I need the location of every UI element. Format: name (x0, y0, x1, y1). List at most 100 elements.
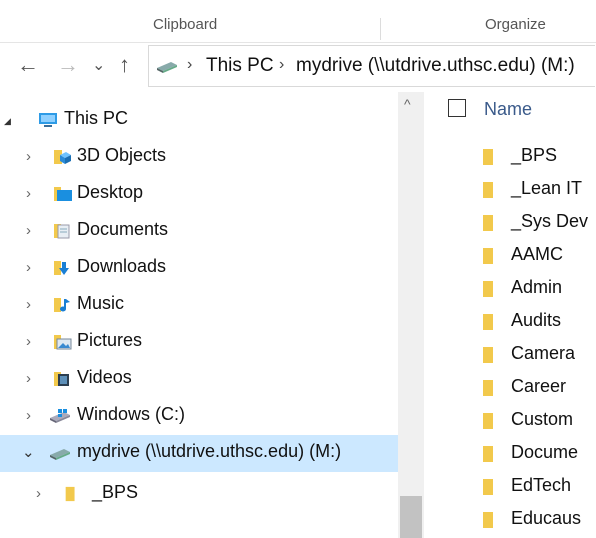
navigation-pane: ◢ This PC › 3D Objects › Desktop › Docum… (0, 92, 398, 538)
file-item[interactable]: Audits (424, 306, 596, 339)
breadcrumb-mydrive[interactable]: mydrive (\\utdrive.uthsc.edu) (M:) (296, 55, 575, 77)
folder-icon (483, 149, 493, 165)
address-bar[interactable]: › This PC › mydrive (\\utdrive.uthsc.edu… (148, 45, 595, 87)
scrollbar-thumb[interactable] (400, 496, 422, 538)
file-name: Educaus (511, 508, 582, 528)
chevron-right-icon[interactable]: › (26, 333, 31, 350)
file-item[interactable]: EdTech (424, 471, 596, 504)
folder-icon (483, 182, 493, 198)
navigation-pane-scrollbar[interactable]: ^ (398, 92, 424, 538)
folder-icon (483, 380, 493, 396)
tree-label: This PC (64, 108, 129, 128)
chevron-right-icon[interactable]: › (26, 296, 31, 313)
folder-icon (483, 413, 493, 429)
back-button[interactable]: ← (17, 52, 39, 78)
windows-drive-icon (50, 409, 70, 423)
tree-item-downloads[interactable]: › Downloads (0, 250, 398, 287)
tree-item-bps[interactable]: › _BPS (0, 476, 398, 513)
file-name: _Sys Dev (511, 211, 589, 231)
tree-label: Windows (C:) (77, 404, 186, 424)
tree-item-desktop[interactable]: › Desktop (0, 176, 398, 213)
folder-icon (483, 215, 493, 231)
tree-label: Desktop (77, 182, 144, 202)
ribbon: Clipboard Organize (0, 0, 596, 43)
tree-label: Videos (77, 367, 132, 387)
tree-label: mydrive (\\utdrive.uthsc.edu) (M:) (77, 441, 342, 461)
file-name: Camera (511, 343, 576, 363)
3d-objects-icon (54, 150, 71, 164)
ribbon-group-organize: Organize (485, 16, 546, 33)
file-item[interactable]: AAMC (424, 240, 596, 273)
music-folder-icon (54, 298, 70, 312)
file-item[interactable]: Educaus (424, 504, 596, 537)
breadcrumb-separator: › (187, 56, 193, 73)
network-drive-icon (157, 62, 177, 73)
file-name: Docume (511, 442, 579, 462)
chevron-right-icon[interactable]: › (26, 148, 31, 165)
file-item[interactable]: Custom (424, 405, 596, 438)
file-item[interactable]: Career (424, 372, 596, 405)
tree-item-3d-objects[interactable]: › 3D Objects (0, 139, 398, 176)
pictures-folder-icon (54, 335, 72, 350)
expanded-arrow-icon[interactable]: ◢ (4, 116, 11, 127)
file-name: _Lean IT (511, 178, 583, 198)
folder-icon (483, 248, 493, 264)
breadcrumb-separator: › (279, 56, 285, 73)
folder-icon (483, 347, 493, 363)
file-item[interactable]: Admin (424, 273, 596, 306)
chevron-down-icon[interactable]: ⌄ (22, 443, 35, 461)
tree-item-music[interactable]: › Music (0, 287, 398, 324)
ribbon-group-clipboard: Clipboard (153, 16, 218, 33)
file-item[interactable]: Camera (424, 339, 596, 372)
tree-label: Music (77, 293, 125, 313)
tree-label: 3D Objects (77, 145, 167, 165)
tree-item-videos[interactable]: › Videos (0, 361, 398, 398)
file-name: Career (511, 376, 567, 396)
tree-label: Downloads (77, 256, 167, 276)
file-name: Audits (511, 310, 562, 330)
file-item[interactable]: _BPS (424, 141, 596, 174)
tree-label: Pictures (77, 330, 143, 350)
chevron-right-icon[interactable]: › (26, 185, 31, 202)
documents-folder-icon (54, 224, 70, 239)
select-all-checkbox[interactable] (448, 99, 466, 117)
folder-icon (483, 314, 493, 330)
tree-item-documents[interactable]: › Documents (0, 213, 398, 250)
file-name: Admin (511, 277, 563, 297)
tree-item-this-pc[interactable]: ◢ This PC (0, 102, 398, 139)
folder-icon (483, 281, 493, 297)
file-item[interactable]: _Sys Dev (424, 207, 596, 240)
downloads-folder-icon (54, 261, 69, 275)
navigation-bar: ← → ⌄ ↑ › This PC › mydrive (\\utdrive.u… (0, 42, 596, 92)
forward-button[interactable]: → (57, 52, 79, 78)
chevron-right-icon[interactable]: › (26, 259, 31, 276)
tree-item-pictures[interactable]: › Pictures (0, 324, 398, 361)
column-header-name[interactable]: Name (484, 99, 532, 120)
file-item[interactable]: _Lean IT (424, 174, 596, 207)
tree-label: Documents (77, 219, 169, 239)
tree-label: _BPS (92, 482, 139, 502)
file-list: Name _BPS _Lean IT _Sys Dev AAMC Admin A… (424, 92, 596, 538)
tree-item-windows-c[interactable]: › Windows (C:) (0, 398, 398, 435)
file-item[interactable]: Docume (424, 438, 596, 471)
network-drive-icon (50, 449, 70, 460)
desktop-folder-icon (54, 187, 72, 201)
chevron-right-icon[interactable]: › (26, 407, 31, 424)
folder-icon (483, 479, 493, 495)
tree-item-mydrive[interactable]: ⌄ mydrive (\\utdrive.uthsc.edu) (M:) (0, 435, 398, 472)
file-name: EdTech (511, 475, 572, 495)
folder-icon (483, 446, 493, 462)
recent-locations-button[interactable]: ⌄ (92, 55, 105, 75)
chevron-right-icon[interactable]: › (36, 485, 41, 502)
folder-icon (65, 486, 75, 502)
breadcrumb-this-pc[interactable]: This PC (206, 55, 274, 77)
ribbon-divider (380, 18, 381, 40)
file-name: AAMC (511, 244, 564, 264)
scroll-up-icon[interactable]: ^ (404, 96, 411, 112)
folder-icon (483, 512, 493, 528)
up-button[interactable]: ↑ (119, 52, 130, 78)
chevron-right-icon[interactable]: › (26, 222, 31, 239)
file-name: Custom (511, 409, 574, 429)
videos-folder-icon (54, 372, 69, 386)
chevron-right-icon[interactable]: › (26, 370, 31, 387)
